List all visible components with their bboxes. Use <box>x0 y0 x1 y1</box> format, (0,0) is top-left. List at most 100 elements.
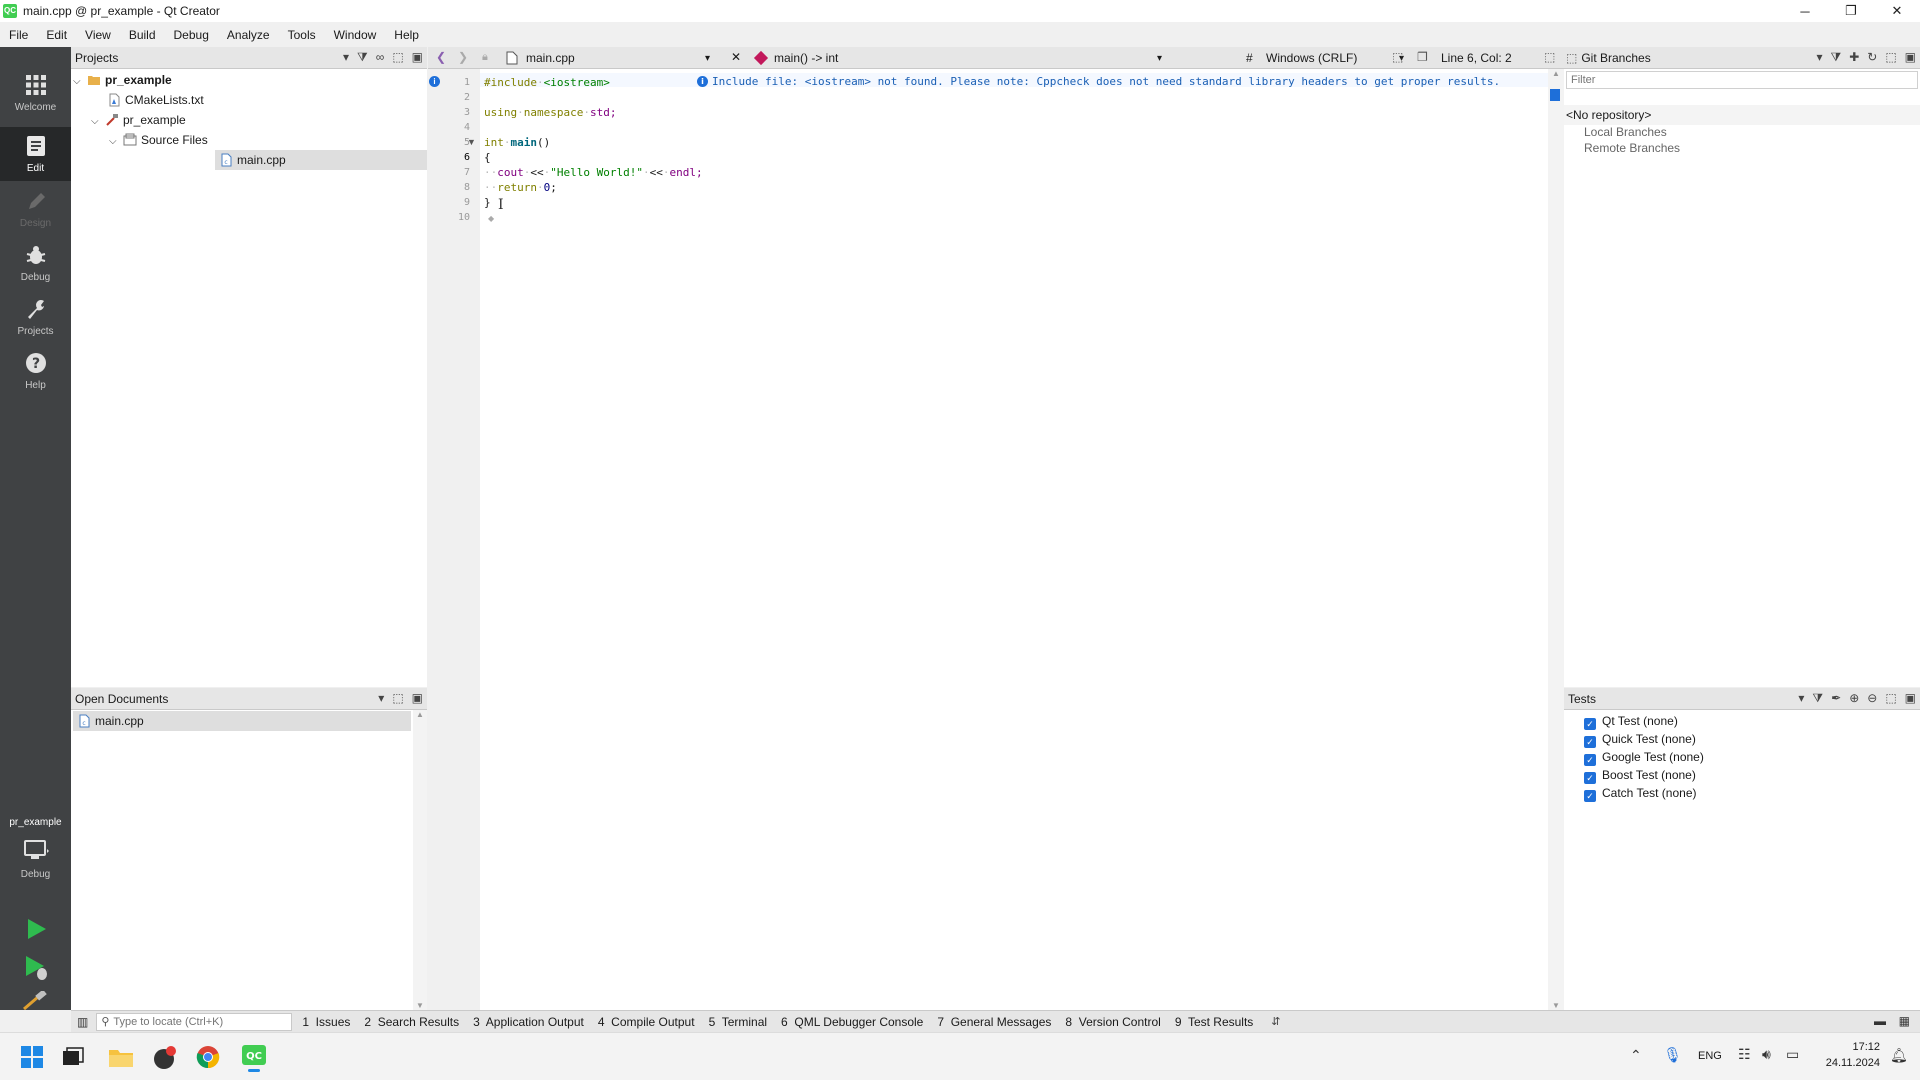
tree-item-subproject[interactable]: ⌵ pr_example <box>91 110 186 130</box>
battery-icon[interactable]: ▭ <box>1786 1046 1799 1063</box>
file-selector[interactable]: main.cpp ▾ <box>506 47 710 69</box>
wifi-icon[interactable]: ☷ <box>1738 1046 1751 1063</box>
close-icon[interactable]: ✕ <box>1874 0 1920 22</box>
filter-icon[interactable]: ⧩ <box>1830 50 1841 65</box>
maximize-output-icon[interactable]: ▬ <box>1874 1014 1886 1028</box>
view-dropdown-icon[interactable]: ▾ <box>1816 50 1822 65</box>
cursor-position[interactable]: Line 6, Col: 2 <box>1441 51 1512 65</box>
chrome-button[interactable] <box>196 1045 220 1069</box>
collapse-all-icon[interactable]: ⊖ <box>1867 691 1877 706</box>
branch-filter-input[interactable] <box>1566 71 1918 89</box>
close-panel-icon[interactable]: ▣ <box>412 691 423 705</box>
clock-time[interactable]: 17:12 <box>1820 1041 1880 1053</box>
mode-help[interactable]: ? Help <box>0 344 71 398</box>
split-icon[interactable]: ⬚ <box>1566 51 1577 65</box>
menu-view[interactable]: View <box>76 28 120 42</box>
clock-date[interactable]: 24.11.2024 <box>1810 1057 1880 1069</box>
start-button[interactable] <box>20 1045 44 1069</box>
build-button[interactable] <box>22 989 50 1011</box>
forward-arrow-icon[interactable]: ❯ <box>458 50 468 64</box>
split-view-icon[interactable]: ❐ <box>1417 50 1428 64</box>
chevron-down-icon[interactable]: ⌵ <box>109 132 123 152</box>
split-icon[interactable]: ⬚ <box>1885 50 1896 65</box>
menu-file[interactable]: File <box>0 28 37 42</box>
menu-build[interactable]: Build <box>120 28 165 42</box>
local-branches-item[interactable]: Local Branches <box>1584 125 1667 139</box>
tree-item-cmakelists[interactable]: CMakeLists.txt <box>107 90 204 110</box>
pane-search-results[interactable]: 2 Search Results <box>364 1015 459 1029</box>
refresh-icon[interactable]: ↻ <box>1867 50 1877 65</box>
scroll-up-icon[interactable]: ▲ <box>1548 69 1564 78</box>
more-panes-icon[interactable]: ⇵ <box>1271 1015 1280 1028</box>
pane-issues[interactable]: 1 Issues <box>302 1015 350 1029</box>
scroll-down-icon[interactable]: ▼ <box>1548 1001 1564 1010</box>
scroll-down-icon[interactable]: ▼ <box>413 1001 427 1010</box>
pane-compile-output[interactable]: 4 Compile Output <box>598 1015 695 1029</box>
open-document-main-cpp[interactable]: c main.cpp <box>73 711 411 731</box>
line-ending-selector[interactable]: Windows (CRLF) ▾ <box>1266 47 1404 69</box>
view-dropdown-icon[interactable]: ▾ <box>378 691 384 705</box>
back-arrow-icon[interactable]: ❮ <box>436 50 446 64</box>
code-editor[interactable] <box>480 69 1548 1010</box>
run-button[interactable] <box>22 915 50 943</box>
close-panel-icon[interactable]: ▣ <box>1905 50 1916 65</box>
mode-edit[interactable]: Edit <box>0 127 71 181</box>
show-hidden-icons-icon[interactable]: ⌃ <box>1630 1047 1642 1064</box>
checkbox-checked-icon[interactable]: ✓ <box>1584 790 1596 802</box>
add-branch-icon[interactable]: ✚ <box>1849 50 1859 65</box>
language-indicator[interactable]: ENG <box>1698 1050 1722 1062</box>
chevron-down-icon[interactable]: ⌵ <box>73 72 87 92</box>
toggle-sidebar-icon[interactable]: ▥ <box>77 1015 88 1029</box>
menu-window[interactable]: Window <box>325 28 386 42</box>
test-item-boost[interactable]: ✓ Boost Test (none) <box>1584 765 1696 785</box>
filter-icon[interactable]: ⧩ <box>1812 691 1823 706</box>
qt-creator-taskbar-button[interactable]: QC <box>240 1043 268 1072</box>
menu-help[interactable]: Help <box>385 28 428 42</box>
symbol-selector[interactable]: main() -> int ▾ <box>753 47 1162 69</box>
remote-branches-item[interactable]: Remote Branches <box>1584 141 1680 155</box>
locator[interactable]: ⚲ <box>96 1012 293 1031</box>
tree-item-main-cpp[interactable]: c main.cpp <box>215 150 427 170</box>
pane-terminal[interactable]: 5 Terminal <box>709 1015 767 1029</box>
vertical-scrollbar[interactable]: ▲ ▼ <box>413 710 427 1010</box>
expand-all-icon[interactable]: ⊕ <box>1849 691 1859 706</box>
pane-test-results[interactable]: 9 Test Results <box>1175 1015 1253 1029</box>
test-item-quick[interactable]: ✓ Quick Test (none) <box>1584 729 1696 749</box>
view-dropdown-icon[interactable]: ▾ <box>343 50 349 65</box>
editor-scrollbar[interactable]: ▲ ▼ <box>1548 69 1564 1010</box>
info-marker-icon[interactable]: i <box>429 76 440 87</box>
microphone-icon[interactable]: 🎙︎ <box>1663 1046 1682 1064</box>
pane-application-output[interactable]: 3 Application Output <box>473 1015 584 1029</box>
menu-edit[interactable]: Edit <box>37 28 76 42</box>
pane-general-messages[interactable]: 7 General Messages <box>937 1015 1051 1029</box>
pane-version-control[interactable]: 8 Version Control <box>1065 1015 1160 1029</box>
test-item-catch[interactable]: ✓ Catch Test (none) <box>1584 783 1697 803</box>
link-icon[interactable]: ∞ <box>376 50 385 65</box>
fold-arrow-icon[interactable]: ▼ <box>467 137 476 147</box>
debug-run-button[interactable] <box>22 953 50 981</box>
pane-qml-debugger-console[interactable]: 6 QML Debugger Console <box>781 1015 923 1029</box>
chevron-down-icon[interactable]: ⌵ <box>91 112 105 132</box>
app-button-1[interactable] <box>152 1045 178 1071</box>
minimize-icon[interactable]: ─ <box>1782 0 1828 22</box>
view-dropdown-icon[interactable]: ▾ <box>1798 691 1804 706</box>
mode-design[interactable]: Design <box>0 182 71 236</box>
notification-bell-icon[interactable]: 🔔︎ <box>1890 1047 1908 1064</box>
split-icon[interactable]: ⬚ <box>392 50 403 65</box>
scroll-up-icon[interactable]: ▲ <box>413 710 427 719</box>
pin-icon[interactable]: ✒ <box>1831 691 1841 706</box>
tree-item-source-files[interactable]: ⌵ Source Files <box>109 130 208 150</box>
close-panel-icon[interactable]: ▣ <box>1905 691 1916 706</box>
document-icon[interactable]: ⬚ <box>1392 50 1403 64</box>
test-item-google[interactable]: ✓ Google Test (none) <box>1584 747 1704 767</box>
mode-debug[interactable]: Debug <box>0 236 71 290</box>
menu-debug[interactable]: Debug <box>165 28 218 42</box>
close-document-icon[interactable]: ✕ <box>731 50 741 64</box>
restore-icon[interactable]: ❐ <box>1828 0 1874 22</box>
task-view-button[interactable] <box>62 1047 84 1067</box>
mode-projects[interactable]: Projects <box>0 290 71 344</box>
split-editor-icon[interactable]: ⬚ <box>1544 50 1555 64</box>
mode-welcome[interactable]: Welcome <box>0 66 71 120</box>
kit-selector[interactable]: Debug <box>0 835 71 885</box>
close-panel-icon[interactable]: ▣ <box>412 50 423 65</box>
